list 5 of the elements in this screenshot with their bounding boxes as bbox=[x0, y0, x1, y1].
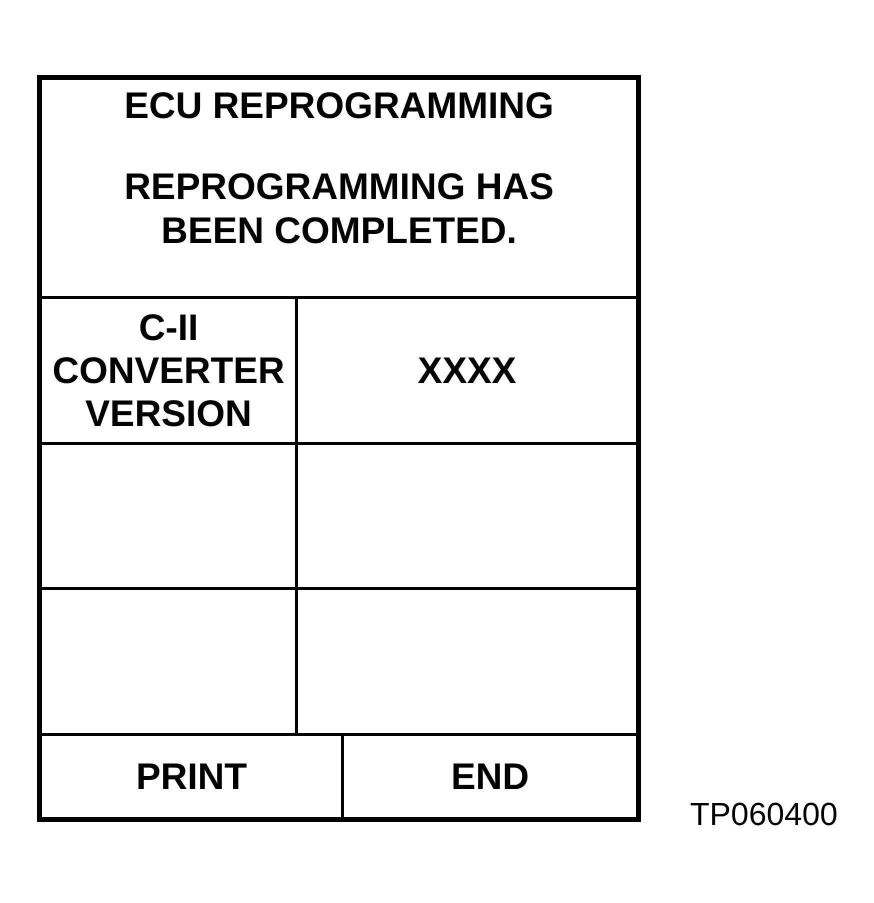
table-cell: XXXX bbox=[295, 299, 636, 442]
figure-code: TP060400 bbox=[690, 798, 838, 830]
status-message: REPROGRAMMING HAS BEEN COMPLETED. bbox=[123, 165, 555, 253]
table-cell-text: C-II CONVERTER VERSION bbox=[51, 306, 286, 436]
screen-title: ECU REPROGRAMMING bbox=[124, 86, 554, 126]
